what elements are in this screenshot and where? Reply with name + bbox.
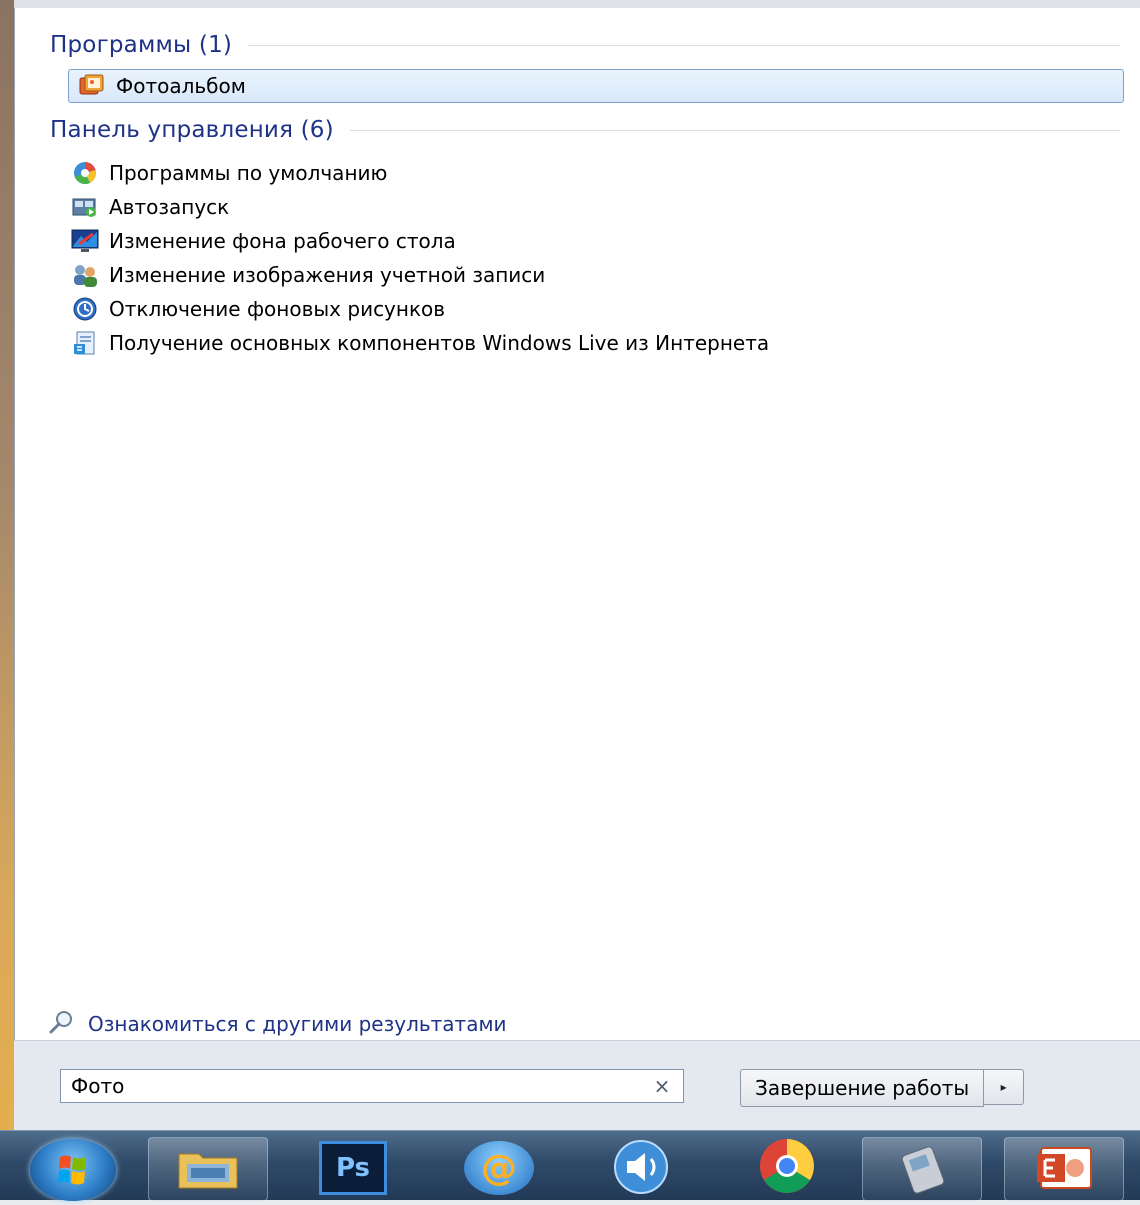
more-results-label: Ознакомиться с другими результатами	[88, 1012, 507, 1036]
shutdown-options-arrow-icon[interactable]: ▸	[984, 1069, 1025, 1105]
control-panel-item-disable-background-images[interactable]: Отключение фоновых рисунков	[70, 293, 445, 325]
shutdown-button[interactable]: Завершение работы	[740, 1069, 985, 1107]
default-programs-icon	[70, 160, 100, 186]
control-panel-item-label: Отключение фоновых рисунков	[109, 297, 446, 321]
more-results-link[interactable]: Ознакомиться с другими результатами	[48, 1008, 507, 1040]
start-button[interactable]	[30, 1139, 116, 1201]
speaker-icon	[601, 1137, 681, 1199]
section-divider	[248, 44, 1120, 46]
control-panel-item-default-programs[interactable]: Программы по умолчанию	[70, 157, 387, 189]
search-input[interactable]	[61, 1070, 647, 1102]
search-field[interactable]: ×	[60, 1069, 684, 1103]
control-panel-item-label: Изменение изображения учетной записи	[109, 263, 546, 287]
control-panel-item-label: Получение основных компонентов Windows L…	[109, 331, 770, 355]
ease-of-access-icon	[70, 296, 100, 322]
user-accounts-icon	[70, 262, 100, 288]
windows-live-download-icon	[70, 330, 100, 356]
clear-search-icon[interactable]: ×	[647, 1074, 677, 1098]
taskbar-photoshop[interactable]: Ps	[294, 1137, 412, 1199]
control-panel-section-header: Панель управления (6)	[50, 115, 1120, 145]
taskbar-powerpoint[interactable]	[1004, 1137, 1124, 1201]
desktop-background-icon	[70, 228, 100, 254]
programs-header-label: Программы (1)	[50, 32, 233, 58]
shutdown-group: Завершение работы ▸	[740, 1069, 1025, 1107]
taskbar-explorer[interactable]	[148, 1137, 268, 1201]
taskbar-chrome[interactable]	[728, 1137, 846, 1199]
autoplay-icon	[70, 194, 100, 220]
control-panel-item-autoplay[interactable]: Автозапуск	[70, 191, 229, 223]
powerpoint-icon	[1029, 1140, 1099, 1198]
taskbar-mobile[interactable]	[862, 1137, 982, 1201]
start-menu-search-results: Программы (1) Фотоальбом Панель управлен…	[14, 8, 1140, 1130]
taskbar-volume[interactable]	[582, 1137, 700, 1199]
control-panel-header-label: Панель управления (6)	[50, 117, 334, 143]
control-panel-item-desktop-background[interactable]: Изменение фона рабочего стола	[70, 225, 456, 257]
windows-logo-icon	[58, 1155, 86, 1185]
programs-section-header: Программы (1)	[50, 30, 1120, 60]
control-panel-item-label: Программы по умолчанию	[109, 161, 388, 185]
desktop-wallpaper-top	[0, 0, 1140, 8]
taskbar-mail-agent[interactable]: @	[440, 1137, 558, 1199]
control-panel-item-windows-live[interactable]: Получение основных компонентов Windows L…	[70, 327, 769, 359]
explorer-icon	[173, 1142, 243, 1196]
start-menu-bottom-bar: × Завершение работы ▸	[14, 1040, 1140, 1131]
control-panel-item-label: Изменение фона рабочего стола	[109, 229, 456, 253]
search-icon	[48, 1008, 76, 1041]
photoshop-icon: Ps	[319, 1141, 387, 1195]
section-divider	[349, 129, 1120, 131]
chrome-icon	[752, 1136, 822, 1200]
control-panel-item-label: Автозапуск	[109, 195, 230, 219]
mail-agent-icon: @	[464, 1141, 534, 1195]
desktop-wallpaper-left	[0, 0, 14, 1199]
photo-album-icon	[77, 73, 107, 99]
mobile-phone-icon	[887, 1140, 957, 1198]
control-panel-item-user-account-picture[interactable]: Изменение изображения учетной записи	[70, 259, 545, 291]
program-item-photo-album[interactable]: Фотоальбом	[68, 69, 1124, 103]
taskbar: Ps @	[0, 1130, 1140, 1201]
program-item-label: Фотоальбом	[116, 74, 246, 98]
